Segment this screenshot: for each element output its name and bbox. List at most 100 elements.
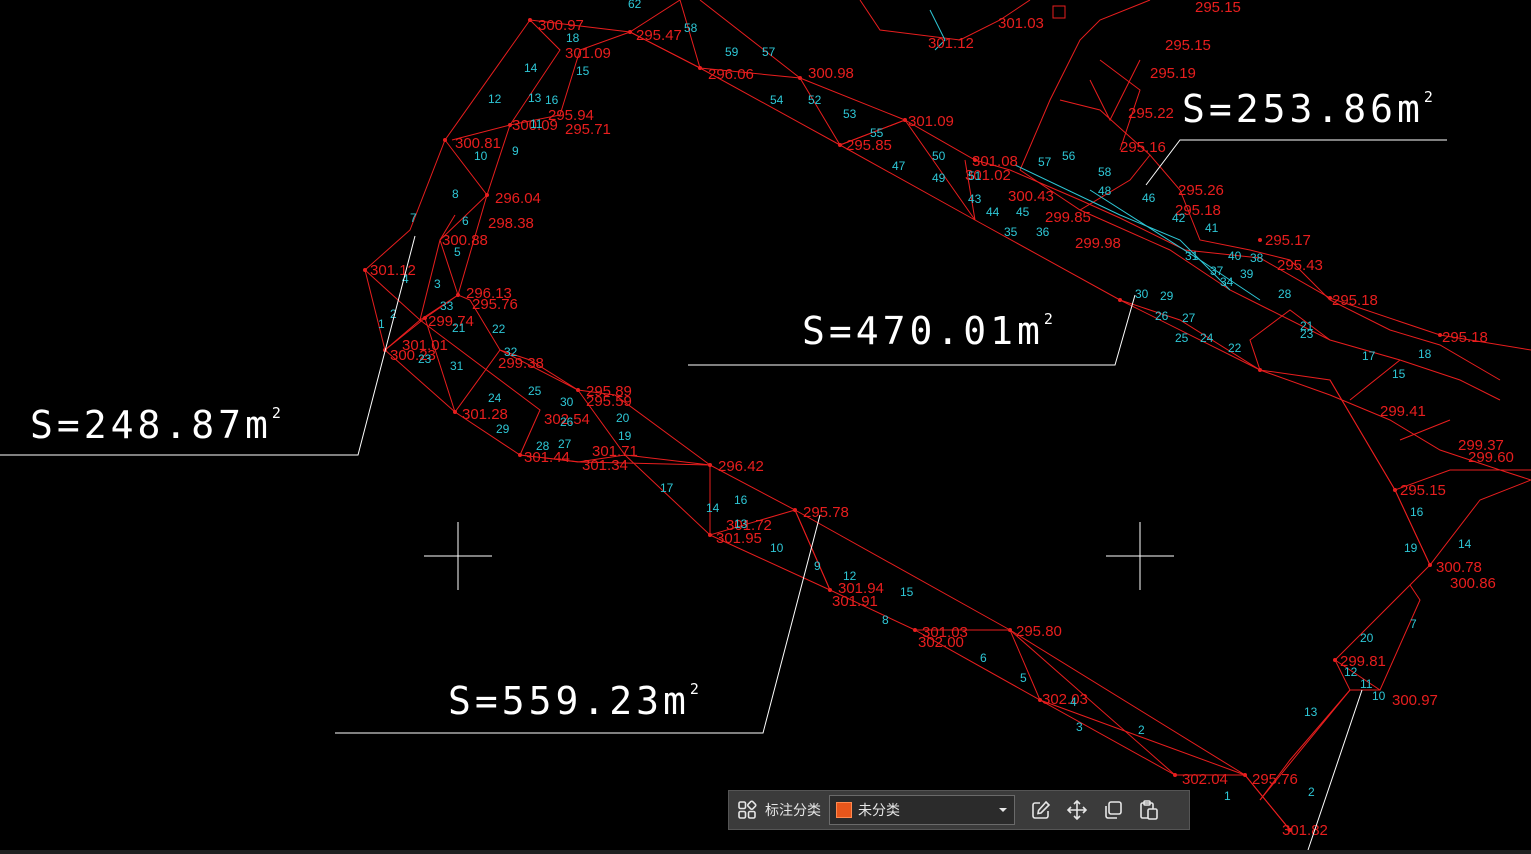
point-id: 25: [528, 384, 542, 398]
point-id: 34: [1220, 275, 1234, 289]
elevation-label: 301.09: [565, 45, 611, 62]
status-strip: [0, 850, 1531, 854]
elevation-label: 299.60: [1468, 449, 1514, 466]
elevation-label: 295.16: [1120, 139, 1166, 156]
point-id: 16: [734, 493, 748, 507]
elevation-label: 301.03: [998, 15, 1044, 32]
elevation-label: 301.95: [716, 530, 762, 547]
elevation-label: 295.71: [565, 121, 611, 138]
area-unit-sup: 2: [271, 404, 281, 422]
category-dropdown[interactable]: 未分类: [829, 795, 1015, 825]
point-id: 12: [488, 92, 502, 106]
category-label: 标注分类: [765, 803, 821, 819]
elevation-label: 295.22: [1128, 105, 1174, 122]
point-id: 55: [870, 126, 884, 140]
point-id: 21: [452, 321, 466, 335]
category-color-swatch: [836, 802, 852, 818]
point-id: 17: [1362, 349, 1376, 363]
point-id: 57: [762, 45, 776, 59]
point-id: 15: [1392, 367, 1406, 381]
point-id: 9: [512, 144, 519, 158]
area-value: S=253.86: [1182, 87, 1398, 131]
point-id: 57: [1038, 155, 1052, 169]
point-id: 7: [410, 211, 417, 225]
elevation-label: 300.78: [1436, 559, 1482, 576]
elevation-label: 296.42: [718, 458, 764, 475]
point-id: 10: [770, 541, 784, 555]
chevron-down-icon: [999, 808, 1007, 812]
point-id: 1: [378, 317, 385, 331]
point-id: 8: [452, 187, 459, 201]
elevation-label: 299.98: [1075, 235, 1121, 252]
point-id: 8: [882, 613, 889, 627]
point-id: 20: [1360, 631, 1374, 645]
elevation-label: 295.15: [1400, 482, 1446, 499]
point-id: 30: [1135, 287, 1149, 301]
crosshair-markers: [424, 522, 1174, 590]
point-id: 45: [1016, 205, 1030, 219]
grid-icon[interactable]: [729, 791, 765, 829]
elevation-label: 295.59: [586, 393, 632, 410]
category-value: 未分类: [858, 803, 900, 819]
area-value: S=248.87: [30, 403, 246, 447]
point-id: 27: [1182, 311, 1196, 325]
edit-icon[interactable]: [1023, 791, 1059, 829]
point-id: 50: [932, 149, 946, 163]
elevation-label: 295.15: [1195, 0, 1241, 16]
area-unit: m: [1017, 309, 1044, 353]
point-id: 9: [814, 559, 821, 573]
elevation-label: 299.74: [428, 313, 474, 330]
point-id: 40: [1228, 249, 1242, 263]
annotation-toolbar: 标注分类 未分类: [728, 790, 1190, 830]
point-id: 36: [1036, 225, 1050, 239]
point-id: 35: [1004, 225, 1018, 239]
point-id: 15: [576, 64, 590, 78]
point-id: 28: [1278, 287, 1292, 301]
point-id: 13: [1304, 705, 1318, 719]
point-id: 58: [684, 21, 698, 35]
point-id: 19: [618, 429, 632, 443]
elevation-label: 295.47: [636, 27, 682, 44]
area-label-bottom: S=559.23m2: [448, 679, 699, 723]
elevation-label: 301.71: [592, 443, 638, 460]
elevation-label: 300.43: [1008, 188, 1054, 205]
point-id: 13: [734, 517, 748, 531]
area-value: S=470.01: [802, 309, 1018, 353]
point-id: 23: [418, 352, 432, 366]
point-id: 41: [1205, 221, 1219, 235]
point-id: 26: [1155, 309, 1169, 323]
leader-lines: [0, 139, 1447, 851]
point-id: 5: [454, 245, 461, 259]
elevation-label: 302.03: [1042, 691, 1088, 708]
point-id: 52: [808, 93, 822, 107]
elevation-label: 295.17: [1265, 232, 1311, 249]
move-icon[interactable]: [1059, 791, 1095, 829]
elevation-label: 300.86: [1450, 575, 1496, 592]
point-id: 49: [932, 171, 946, 185]
area-unit-sup: 2: [1043, 310, 1053, 328]
area-unit: m: [663, 679, 690, 723]
area-label-center: S=470.01m2: [802, 309, 1053, 353]
point-id: 19: [1404, 541, 1418, 555]
point-id: 59: [725, 45, 739, 59]
elevation-label: 301.09: [908, 113, 954, 130]
elevation-label: 302.00: [918, 634, 964, 651]
area-label-right: S=253.86m2: [1182, 87, 1433, 131]
point-id: 42: [1172, 211, 1186, 225]
copy-icon[interactable]: [1095, 791, 1131, 829]
paste-icon[interactable]: [1131, 791, 1167, 829]
elevation-label: 302.04: [1182, 771, 1228, 788]
area-unit: m: [245, 403, 272, 447]
elevation-label: 296.06: [708, 66, 754, 83]
point-id: 1: [1224, 789, 1231, 803]
point-id: 3: [1076, 720, 1083, 734]
point-id: 16: [545, 93, 559, 107]
point-id: 14: [706, 501, 720, 515]
point-id: 54: [770, 93, 784, 107]
point-id: 17: [660, 481, 674, 495]
elevation-label: 301.28: [462, 406, 508, 423]
point-id: 13: [528, 91, 542, 105]
point-id: 24: [1200, 331, 1214, 345]
point-id: 11: [1360, 677, 1373, 691]
point-id: 32: [504, 345, 518, 359]
